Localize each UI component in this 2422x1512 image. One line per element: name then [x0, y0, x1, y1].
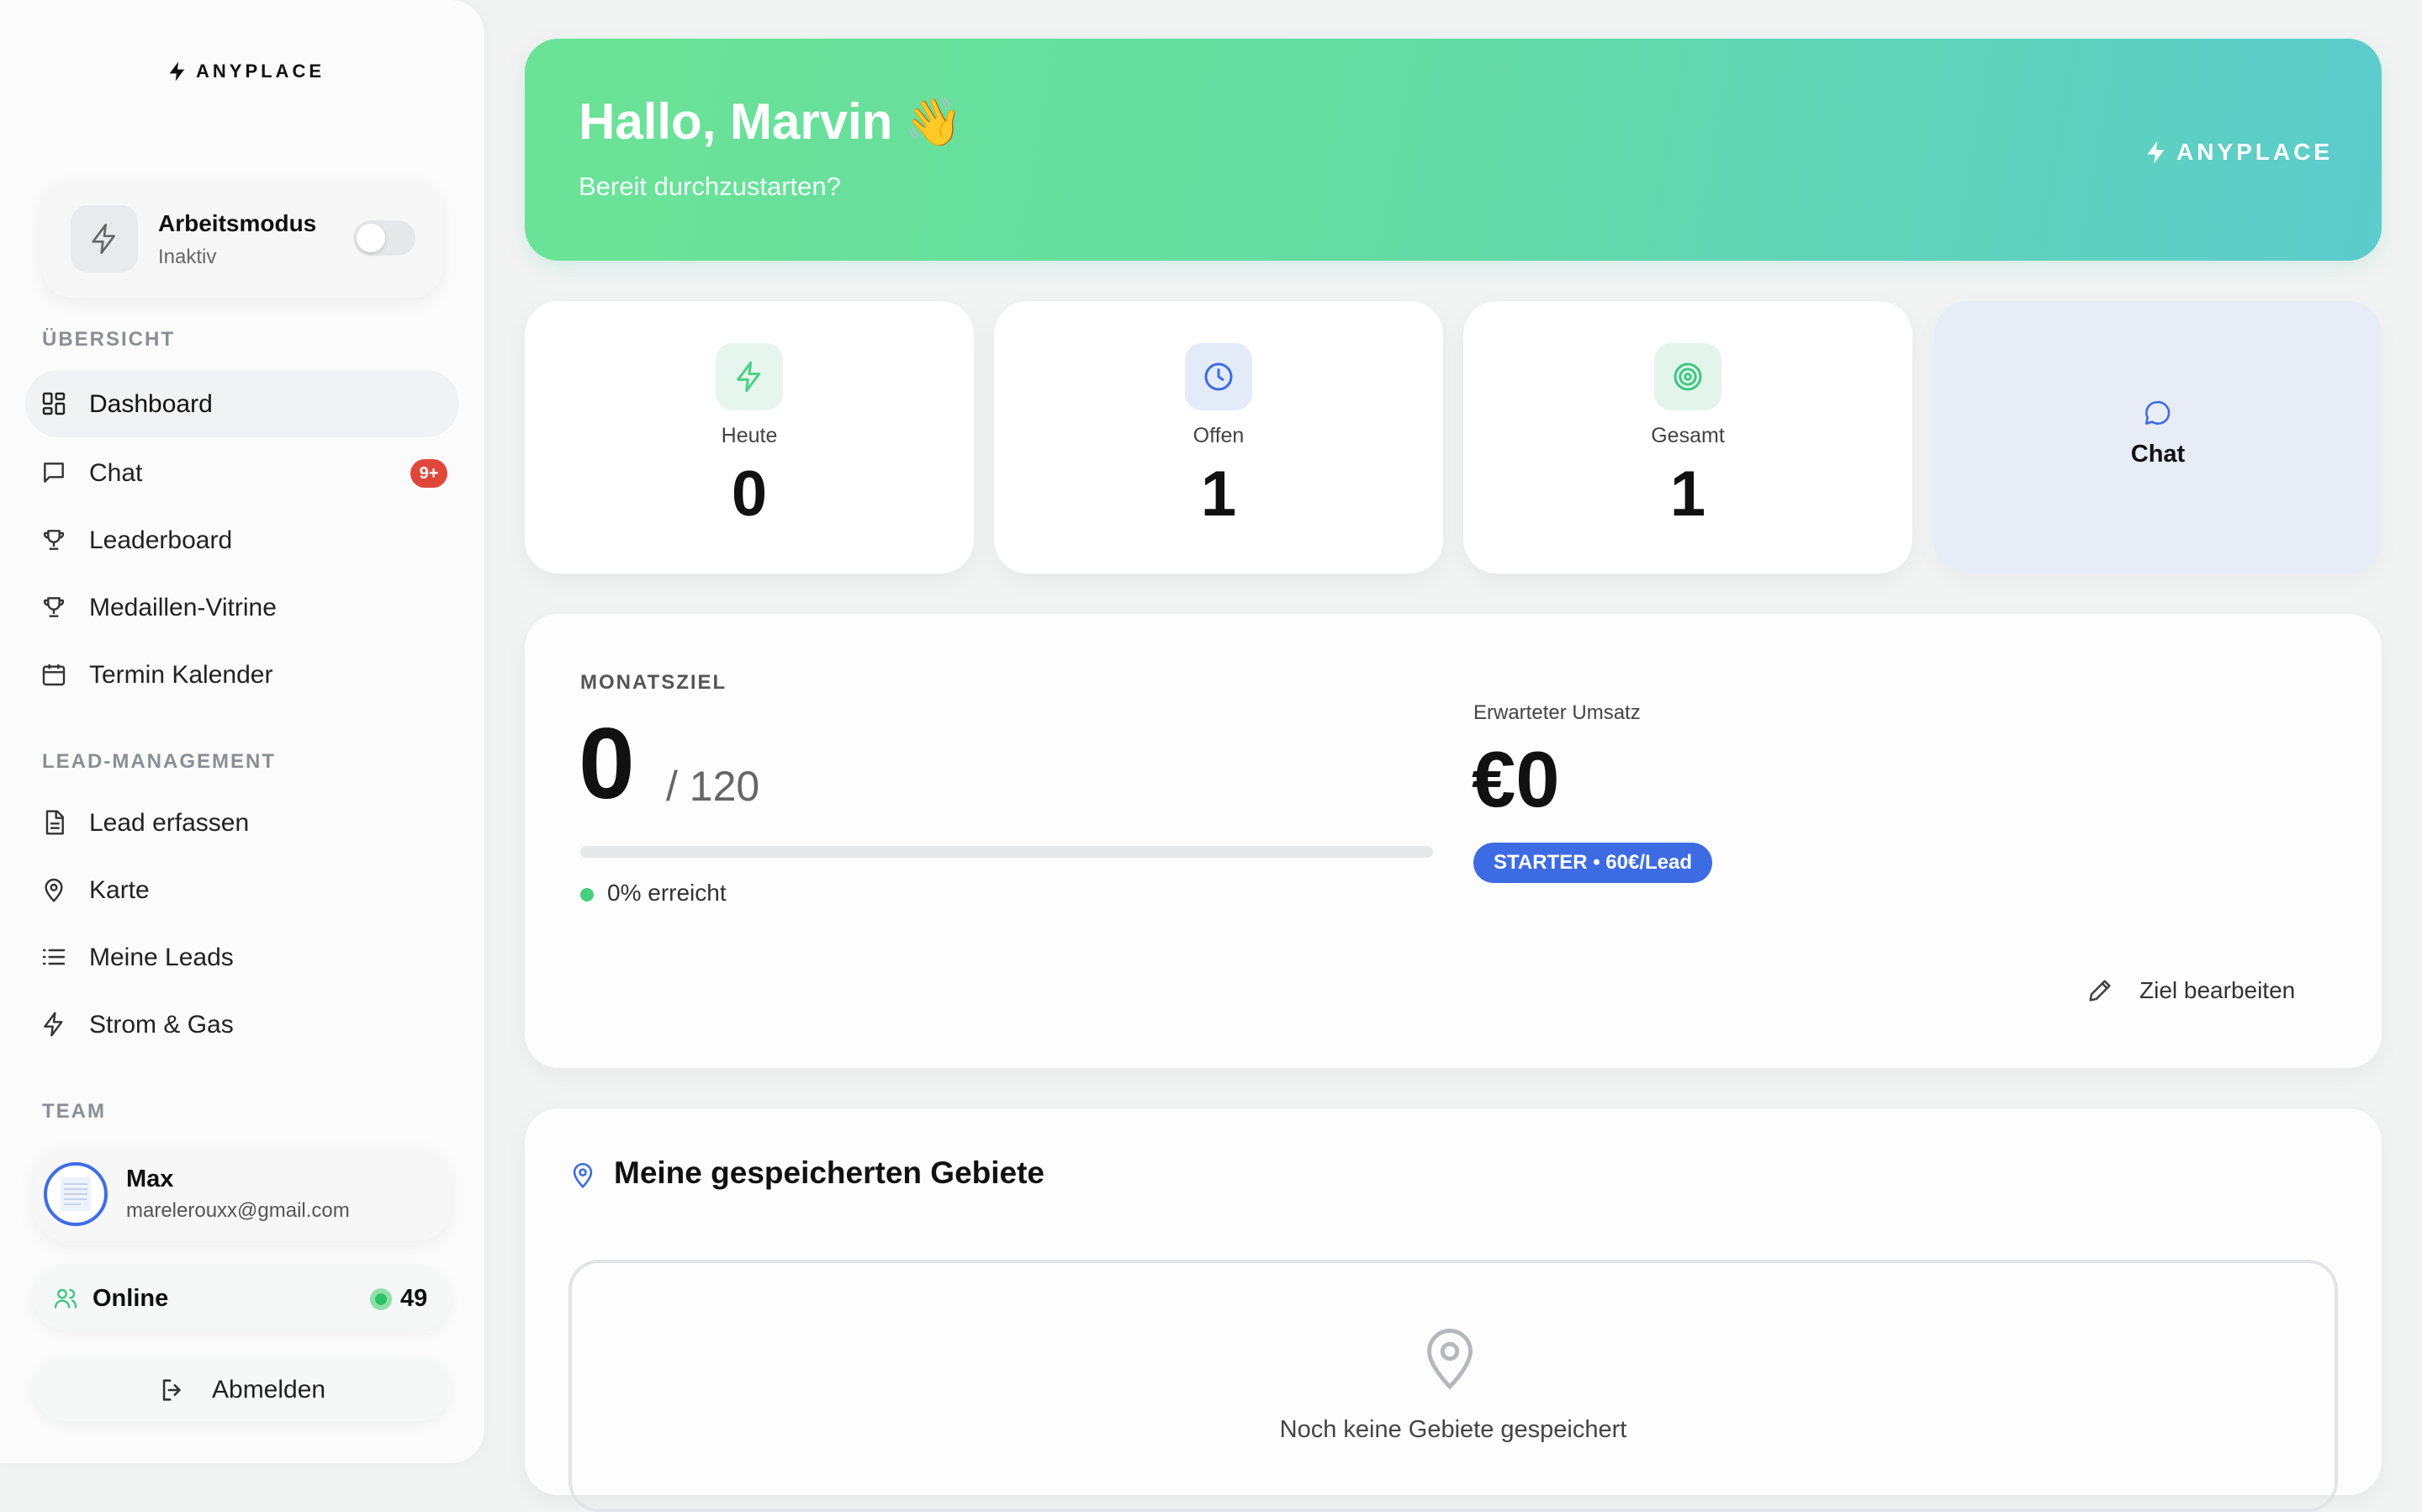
trophy-icon — [43, 597, 65, 617]
sidebar-item-label: Medaillen-Vitrine — [89, 594, 277, 621]
welcome-banner: Hallo, Marvin 👋 Bereit durchzustarten? A… — [525, 39, 2382, 261]
greeting-title: Hallo, Marvin 👋 — [579, 93, 963, 151]
plan-badge: STARTER • 60€/Lead — [1473, 843, 1713, 883]
banner-logo: ANYPLACE — [2143, 136, 2333, 168]
sidebar-item-label: Strom & Gas — [89, 1011, 234, 1039]
logout-icon — [162, 1379, 181, 1401]
sidebar-item-chat[interactable]: Chat 9+ — [25, 439, 459, 506]
user-profile-card[interactable]: Max marelerouxx@gmail.com — [34, 1147, 451, 1241]
greeting-text: Hallo, Marvin — [579, 93, 893, 150]
sidebar-item-my-leads[interactable]: Meine Leads — [25, 923, 459, 991]
sidebar-item-label: Dashboard — [89, 390, 213, 418]
revenue-label: Erwarteter Umsatz — [1473, 701, 1641, 724]
stat-card-total[interactable]: Gesamt 1 — [1463, 301, 1912, 574]
clock-icon — [1185, 343, 1252, 410]
map-pin-icon — [45, 878, 63, 903]
sidebar-item-label: Leaderboard — [89, 526, 233, 554]
stat-value: 1 — [1200, 458, 1237, 530]
goal-total: / 120 — [666, 763, 760, 810]
stat-value: 0 — [731, 458, 768, 530]
section-label-overview: ÜBERSICHT — [42, 328, 176, 351]
saved-areas-title: Meine gespeicherten Gebiete — [614, 1155, 1045, 1190]
sidebar-item-lead-capture[interactable]: Lead erfassen — [25, 789, 459, 856]
bolt-icon — [2147, 140, 2165, 164]
sidebar-logo[interactable]: ANYPLACE — [166, 59, 325, 84]
toggle-knob — [357, 224, 385, 252]
sidebar-item-label: Karte — [89, 876, 150, 904]
work-mode-status: Inaktiv — [158, 246, 217, 268]
list-icon — [42, 949, 66, 965]
chat-shortcut-card[interactable]: Chat — [1934, 301, 2382, 574]
work-mode-toggle[interactable] — [353, 220, 415, 256]
monthly-goal-card: MONATSZIEL 0 / 120 0% erreicht Erwartete… — [525, 614, 2382, 1068]
brand-name: ANYPLACE — [2176, 139, 2334, 165]
message-icon — [44, 463, 64, 483]
trophy-icon — [43, 530, 65, 550]
waving-hand-icon: 👋 — [904, 94, 964, 148]
document-icon — [45, 810, 64, 835]
online-count: 49 — [400, 1285, 428, 1312]
unread-badge: 9+ — [410, 459, 447, 488]
map-pin-icon — [573, 1162, 593, 1188]
users-icon — [54, 1288, 77, 1308]
work-mode-title: Arbeitsmodus — [158, 210, 317, 236]
sidebar-item-label: Meine Leads — [89, 944, 234, 971]
bolt-icon — [716, 343, 783, 410]
sidebar-item-calendar[interactable]: Termin Kalender — [25, 641, 459, 708]
edit-goal-button[interactable]: Ziel bearbeiten — [2086, 965, 2295, 1016]
stat-value: 1 — [1669, 458, 1706, 530]
sidebar-item-dashboard[interactable]: Dashboard — [25, 370, 459, 437]
online-indicator-dot — [370, 1288, 392, 1310]
work-mode-card: Arbeitsmodus Inaktiv — [42, 180, 442, 298]
bolt-icon — [169, 61, 185, 82]
map-pin-icon — [1427, 1329, 1473, 1390]
logout-button[interactable]: Abmelden — [34, 1357, 451, 1421]
saved-areas-card: Meine gespeicherten Gebiete Noch keine G… — [525, 1108, 2382, 1512]
sidebar-item-label: Chat — [89, 459, 143, 487]
bolt-icon — [71, 205, 138, 272]
logout-label: Abmelden — [212, 1376, 326, 1404]
calendar-icon — [42, 664, 66, 686]
section-label-team: TEAM — [42, 1100, 106, 1123]
empty-state-text: Noch keine Gebiete gespeichert — [1279, 1416, 1627, 1443]
sidebar-item-power-gas[interactable]: Strom & Gas — [25, 991, 459, 1058]
saved-areas-empty-state: Noch keine Gebiete gespeichert — [568, 1260, 2338, 1512]
target-icon — [1654, 343, 1721, 410]
goal-label: MONATSZIEL — [580, 671, 727, 694]
user-email: marelerouxx@gmail.com — [126, 1199, 350, 1222]
section-label-lead-management: LEAD-MANAGEMENT — [42, 750, 276, 773]
chat-card-label: Chat — [2130, 441, 2186, 468]
bolt-icon — [44, 1012, 63, 1037]
brand-name: ANYPLACE — [196, 61, 325, 82]
pencil-icon — [2089, 980, 2111, 1002]
sidebar-item-label: Lead erfassen — [89, 809, 250, 837]
sidebar-item-leaderboard[interactable]: Leaderboard — [25, 506, 459, 574]
status-dot — [580, 888, 594, 901]
online-status-card[interactable]: Online 49 — [34, 1266, 451, 1330]
stat-card-open[interactable]: Offen 1 — [994, 301, 1443, 574]
grid-icon — [42, 392, 66, 415]
stat-label: Gesamt — [1651, 424, 1725, 447]
stat-label: Heute — [721, 424, 778, 447]
goal-progress-bar — [580, 846, 1433, 858]
goal-percent-text: 0% erreicht — [607, 880, 727, 906]
sidebar-item-medals[interactable]: Medaillen-Vitrine — [25, 574, 459, 641]
sidebar-item-map[interactable]: Karte — [25, 856, 459, 923]
stat-label: Offen — [1192, 424, 1245, 447]
goal-current: 0 — [579, 707, 635, 820]
message-circle-icon — [2144, 400, 2171, 426]
revenue-value: €0 — [1472, 735, 1560, 823]
stat-card-today[interactable]: Heute 0 — [525, 301, 974, 574]
online-label: Online — [93, 1285, 169, 1312]
sidebar-item-label: Termin Kalender — [89, 661, 273, 689]
edit-goal-label: Ziel bearbeiten — [2139, 977, 2296, 1003]
user-name: Max — [126, 1166, 174, 1192]
sidebar: ANYPLACE Arbeitsmodus Inaktiv ÜBERSICHT … — [0, 0, 484, 1463]
avatar — [44, 1162, 108, 1226]
greeting-subtitle: Bereit durchzustarten? — [579, 172, 841, 201]
